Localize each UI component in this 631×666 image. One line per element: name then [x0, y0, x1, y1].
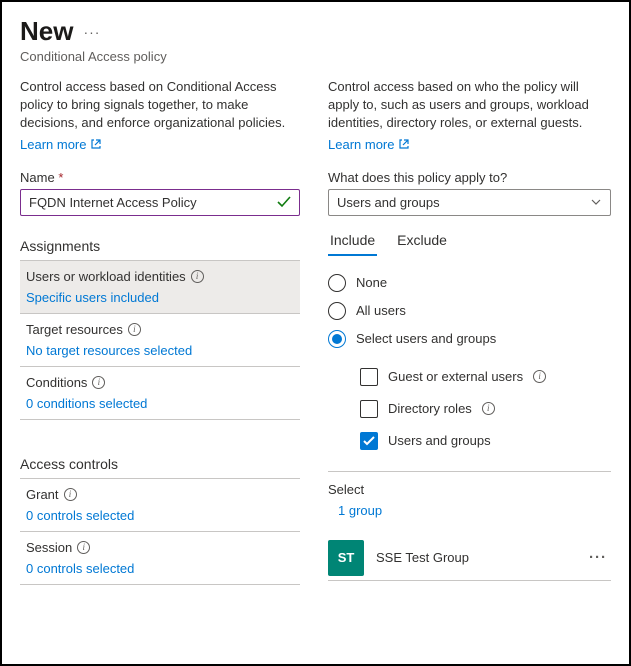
grant-value[interactable]: 0 controls selected [26, 508, 292, 523]
radio-all-label: All users [356, 303, 406, 318]
select-value[interactable]: 1 group [328, 503, 611, 518]
conditions-row[interactable]: Conditions i 0 conditions selected [20, 367, 300, 419]
apply-to-value: Users and groups [337, 195, 440, 210]
group-more-button[interactable]: ··· [585, 549, 611, 566]
group-name: SSE Test Group [376, 550, 573, 565]
access-controls-heading: Access controls [20, 456, 300, 472]
name-label: Name * [20, 170, 300, 185]
radio-icon [328, 302, 346, 320]
external-link-icon [90, 138, 102, 150]
checkbox-directory-roles[interactable]: Directory roles i [360, 393, 611, 425]
target-value[interactable]: No target resources selected [26, 343, 292, 358]
checkbox-guest-users[interactable]: Guest or external users i [360, 361, 611, 393]
tab-exclude[interactable]: Exclude [395, 226, 449, 256]
learn-more-label: Learn more [20, 137, 86, 152]
name-input[interactable] [29, 195, 277, 210]
radio-none[interactable]: None [328, 269, 611, 297]
checkbox-icon [360, 400, 378, 418]
conditions-value[interactable]: 0 conditions selected [26, 396, 292, 411]
checkbox-roles-label: Directory roles [388, 401, 472, 416]
tab-include[interactable]: Include [328, 226, 377, 256]
target-resources-row[interactable]: Target resources i No target resources s… [20, 314, 300, 366]
checkbox-users-groups[interactable]: Users and groups [360, 425, 611, 457]
info-icon[interactable]: i [191, 270, 204, 283]
info-icon[interactable]: i [64, 488, 77, 501]
checkbox-icon [360, 432, 378, 450]
learn-more-label: Learn more [328, 137, 394, 152]
info-icon[interactable]: i [533, 370, 546, 383]
radio-none-label: None [356, 275, 387, 290]
session-value[interactable]: 0 controls selected [26, 561, 292, 576]
checkbox-icon [360, 368, 378, 386]
page-more-button[interactable]: ··· [83, 24, 100, 40]
conditions-title: Conditions [26, 375, 87, 390]
checkbox-groups-label: Users and groups [388, 433, 491, 448]
users-title: Users or workload identities [26, 269, 186, 284]
info-icon[interactable]: i [92, 376, 105, 389]
users-value[interactable]: Specific users included [26, 290, 292, 305]
page-title: New [20, 16, 73, 47]
assignments-heading: Assignments [20, 238, 300, 254]
apply-to-label: What does this policy apply to? [328, 170, 611, 185]
select-label: Select [328, 482, 611, 497]
session-title: Session [26, 540, 72, 555]
learn-more-link-right[interactable]: Learn more [328, 137, 410, 152]
session-row[interactable]: Session i 0 controls selected [20, 532, 300, 584]
selected-group-row[interactable]: ST SSE Test Group ··· [328, 536, 611, 580]
apply-to-select[interactable]: Users and groups [328, 189, 611, 216]
page-subtitle: Conditional Access policy [20, 49, 611, 64]
grant-row[interactable]: Grant i 0 controls selected [20, 479, 300, 531]
name-input-wrapper[interactable] [20, 189, 300, 216]
learn-more-link-left[interactable]: Learn more [20, 137, 102, 152]
checkbox-guest-label: Guest or external users [388, 369, 523, 384]
users-row[interactable]: Users or workload identities i Specific … [20, 261, 300, 313]
checkmark-icon [277, 196, 291, 208]
external-link-icon [398, 138, 410, 150]
avatar: ST [328, 540, 364, 576]
radio-select-users[interactable]: Select users and groups [328, 325, 611, 353]
info-icon[interactable]: i [128, 323, 141, 336]
left-description: Control access based on Conditional Acce… [20, 78, 300, 133]
radio-all-users[interactable]: All users [328, 297, 611, 325]
info-icon[interactable]: i [77, 541, 90, 554]
right-description: Control access based on who the policy w… [328, 78, 611, 133]
radio-icon [328, 274, 346, 292]
required-asterisk: * [58, 170, 63, 185]
radio-select-label: Select users and groups [356, 331, 496, 346]
target-title: Target resources [26, 322, 123, 337]
grant-title: Grant [26, 487, 59, 502]
chevron-down-icon [590, 196, 602, 208]
radio-icon [328, 330, 346, 348]
info-icon[interactable]: i [482, 402, 495, 415]
